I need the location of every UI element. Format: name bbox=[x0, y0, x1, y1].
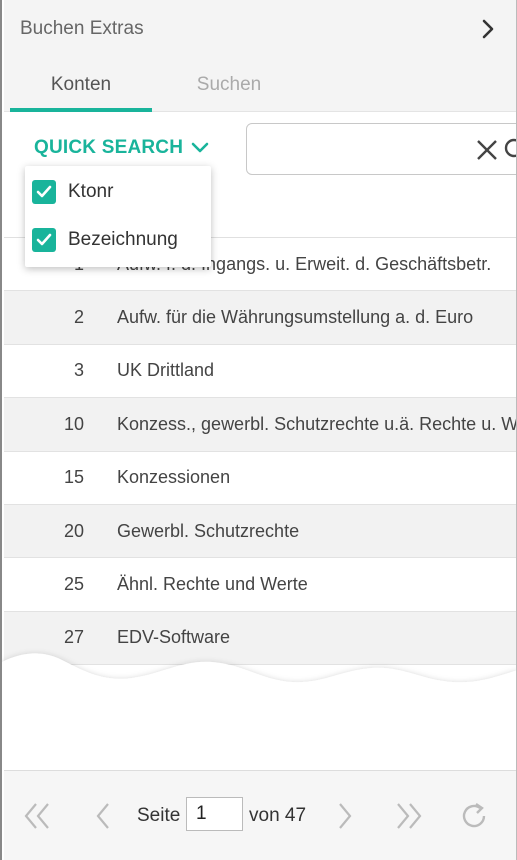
tab-bar: Konten Suchen bbox=[4, 58, 516, 112]
table-row[interactable]: 15 Konzessionen bbox=[4, 452, 516, 505]
page-count: von 47 bbox=[249, 805, 307, 826]
refresh-icon[interactable] bbox=[460, 801, 490, 831]
row-ktonr: 15 bbox=[63, 467, 84, 488]
table-row[interactable]: 2 Aufw. für die Währungsumstellung a. d.… bbox=[4, 291, 516, 345]
panel-title: Buchen Extras bbox=[20, 18, 144, 39]
row-ktonr: 25 bbox=[63, 574, 84, 595]
panel-header: Buchen Extras bbox=[4, 0, 516, 58]
table-row[interactable]: 25 Ähnl. Rechte und Werte bbox=[4, 558, 516, 612]
quick-search-toggle[interactable]: QUICK SEARCH bbox=[34, 137, 209, 159]
row-bezeichnung: Ähnl. Rechte und Werte bbox=[117, 574, 308, 595]
chevron-down-icon bbox=[191, 142, 209, 153]
quick-search-dropdown: Ktonr Bezeichnung bbox=[25, 166, 211, 267]
search-input[interactable] bbox=[246, 123, 517, 175]
search-icon[interactable] bbox=[503, 137, 517, 163]
first-page-icon[interactable] bbox=[22, 801, 52, 831]
row-ktonr: 2 bbox=[73, 307, 84, 328]
tab-suchen[interactable]: Suchen bbox=[159, 58, 299, 112]
last-page-icon[interactable] bbox=[394, 801, 424, 831]
torn-edge-divider bbox=[2, 653, 516, 760]
tab-konten[interactable]: Konten bbox=[10, 58, 152, 112]
account-table-body: 1 Aufw. f. d. Ingangs. u. Erweit. d. Ges… bbox=[4, 238, 517, 666]
next-page-icon[interactable] bbox=[330, 801, 360, 831]
option-label: Ktonr bbox=[68, 181, 114, 202]
checkbox-checked-icon[interactable] bbox=[32, 180, 56, 204]
row-ktonr: 10 bbox=[63, 413, 84, 434]
row-bezeichnung: UK Drittland bbox=[117, 360, 215, 381]
table-row[interactable]: 20 Gewerbl. Schutzrechte bbox=[4, 504, 516, 559]
row-bezeichnung: Konzessionen bbox=[117, 467, 231, 488]
pagination-bar: Seite von 47 bbox=[4, 770, 516, 860]
row-ktonr: 20 bbox=[63, 520, 84, 541]
page-label: Seite bbox=[137, 805, 181, 826]
quick-search-option-bezeichnung[interactable]: Bezeichnung bbox=[32, 227, 178, 253]
checkbox-checked-icon[interactable] bbox=[32, 228, 56, 252]
close-icon[interactable] bbox=[475, 138, 499, 162]
row-bezeichnung: Konzess., gewerbl. Schutzrechte u.ä. Rec… bbox=[117, 413, 517, 434]
table-row[interactable]: 3 UK Drittland bbox=[4, 345, 516, 399]
row-bezeichnung: Gewerbl. Schutzrechte bbox=[117, 520, 300, 541]
buchen-extras-panel: Buchen Extras Konten Suchen QUICK SEARCH bbox=[0, 0, 517, 860]
row-ktonr: 3 bbox=[73, 360, 84, 381]
page-number-input[interactable] bbox=[186, 797, 243, 831]
table-row[interactable]: 10 Konzess., gewerbl. Schutzrechte u.ä. … bbox=[4, 398, 517, 452]
quick-search-option-ktonr[interactable]: Ktonr bbox=[32, 179, 113, 205]
row-bezeichnung: Aufw. für die Währungsumstellung a. d. E… bbox=[117, 307, 474, 328]
prev-page-icon[interactable] bbox=[90, 801, 120, 831]
quick-search-label: QUICK SEARCH bbox=[34, 137, 184, 158]
chevron-right-icon[interactable] bbox=[478, 18, 498, 40]
option-label: Bezeichnung bbox=[68, 229, 178, 250]
